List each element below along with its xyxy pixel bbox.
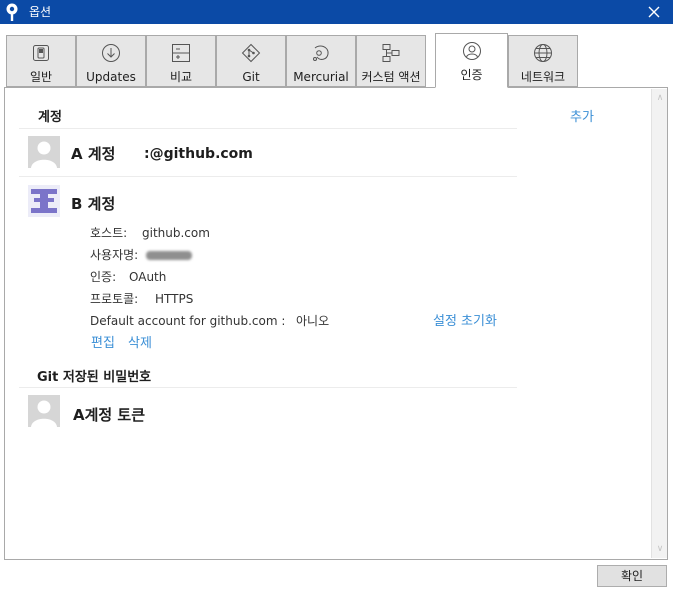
- account-email: :@github.com: [144, 146, 253, 162]
- sourcetree-logo-icon: [6, 3, 18, 21]
- host-label: 호스트:: [90, 226, 128, 240]
- tab-general[interactable]: 일반: [6, 35, 76, 87]
- scroll-up-arrow-icon[interactable]: ∧: [652, 91, 668, 105]
- divider: [19, 128, 517, 129]
- default-account-value: 아니오: [296, 314, 330, 328]
- flowchart-icon: [382, 44, 400, 62]
- account-name: A 계정: [71, 145, 116, 163]
- git-diamond-icon: [241, 43, 261, 63]
- scroll-down-arrow-icon[interactable]: ∨: [652, 542, 668, 556]
- add-account-link[interactable]: 추가: [570, 110, 594, 126]
- git-passwords-section-title: Git 저장된 비밀번호: [37, 370, 152, 385]
- tab-custom-actions[interactable]: 커스텀 액션: [356, 35, 426, 87]
- identicon-avatar: [28, 185, 60, 217]
- username-label: 사용자명:: [90, 248, 139, 262]
- tab-label: 커스텀 액션: [361, 70, 421, 84]
- tab-mercurial[interactable]: Mercurial: [286, 35, 356, 87]
- globe-icon: [534, 44, 552, 62]
- download-icon: [102, 44, 120, 62]
- user-circle-icon: [462, 42, 481, 60]
- tab-label: Mercurial: [293, 70, 349, 84]
- accounts-section-title: 계정: [38, 110, 62, 125]
- close-button[interactable]: [640, 0, 668, 24]
- tab-updates[interactable]: Updates: [76, 35, 146, 87]
- default-avatar-icon: [28, 136, 60, 168]
- toggle-switch-icon: [33, 45, 49, 61]
- protocol-label: 프로토콜:: [90, 292, 139, 306]
- title-bar: 옵션: [0, 0, 673, 24]
- window-title: 옵션: [29, 5, 52, 19]
- host-value: github.com: [142, 226, 210, 240]
- ok-button[interactable]: 확인: [597, 565, 667, 587]
- tab-label: 네트워크: [520, 70, 566, 84]
- account-name: B 계정: [71, 195, 116, 213]
- tab-label: 비교: [169, 70, 193, 84]
- close-icon: [648, 6, 660, 18]
- tab-label: 일반: [29, 70, 53, 84]
- divider: [19, 176, 517, 177]
- tab-authentication[interactable]: 인증: [435, 33, 508, 88]
- edit-account-link[interactable]: 편집: [91, 336, 115, 352]
- default-avatar-icon: [28, 395, 60, 427]
- tab-git[interactable]: Git: [216, 35, 286, 87]
- options-tab-strip: 일반 Updates 비교 Git Mercurial 커스텀 액션 인증 네트…: [6, 33, 666, 88]
- tab-label: Updates: [86, 70, 136, 84]
- vertical-scrollbar[interactable]: ∧ ∨: [651, 89, 667, 558]
- tab-diff[interactable]: 비교: [146, 35, 216, 87]
- protocol-value: HTTPS: [155, 292, 194, 306]
- redacted-username: [146, 251, 192, 260]
- auth-value: OAuth: [129, 270, 167, 284]
- divider: [19, 387, 517, 388]
- tab-label: 인증: [460, 68, 483, 82]
- saved-password-name: A계정 토큰: [73, 406, 146, 424]
- delete-account-link[interactable]: 삭제: [128, 336, 152, 352]
- tab-label: Git: [242, 70, 260, 84]
- diff-icon: [172, 44, 190, 62]
- mercurial-icon: [313, 45, 329, 61]
- authentication-panel: 계정 추가 A 계정 :@github.com B 계정 호스트: github…: [4, 87, 668, 560]
- tab-network[interactable]: 네트워크: [508, 35, 578, 87]
- auth-label: 인증:: [90, 270, 117, 284]
- reset-settings-link[interactable]: 설정 초기화: [433, 314, 497, 330]
- default-account-label: Default account for github.com :: [90, 314, 286, 328]
